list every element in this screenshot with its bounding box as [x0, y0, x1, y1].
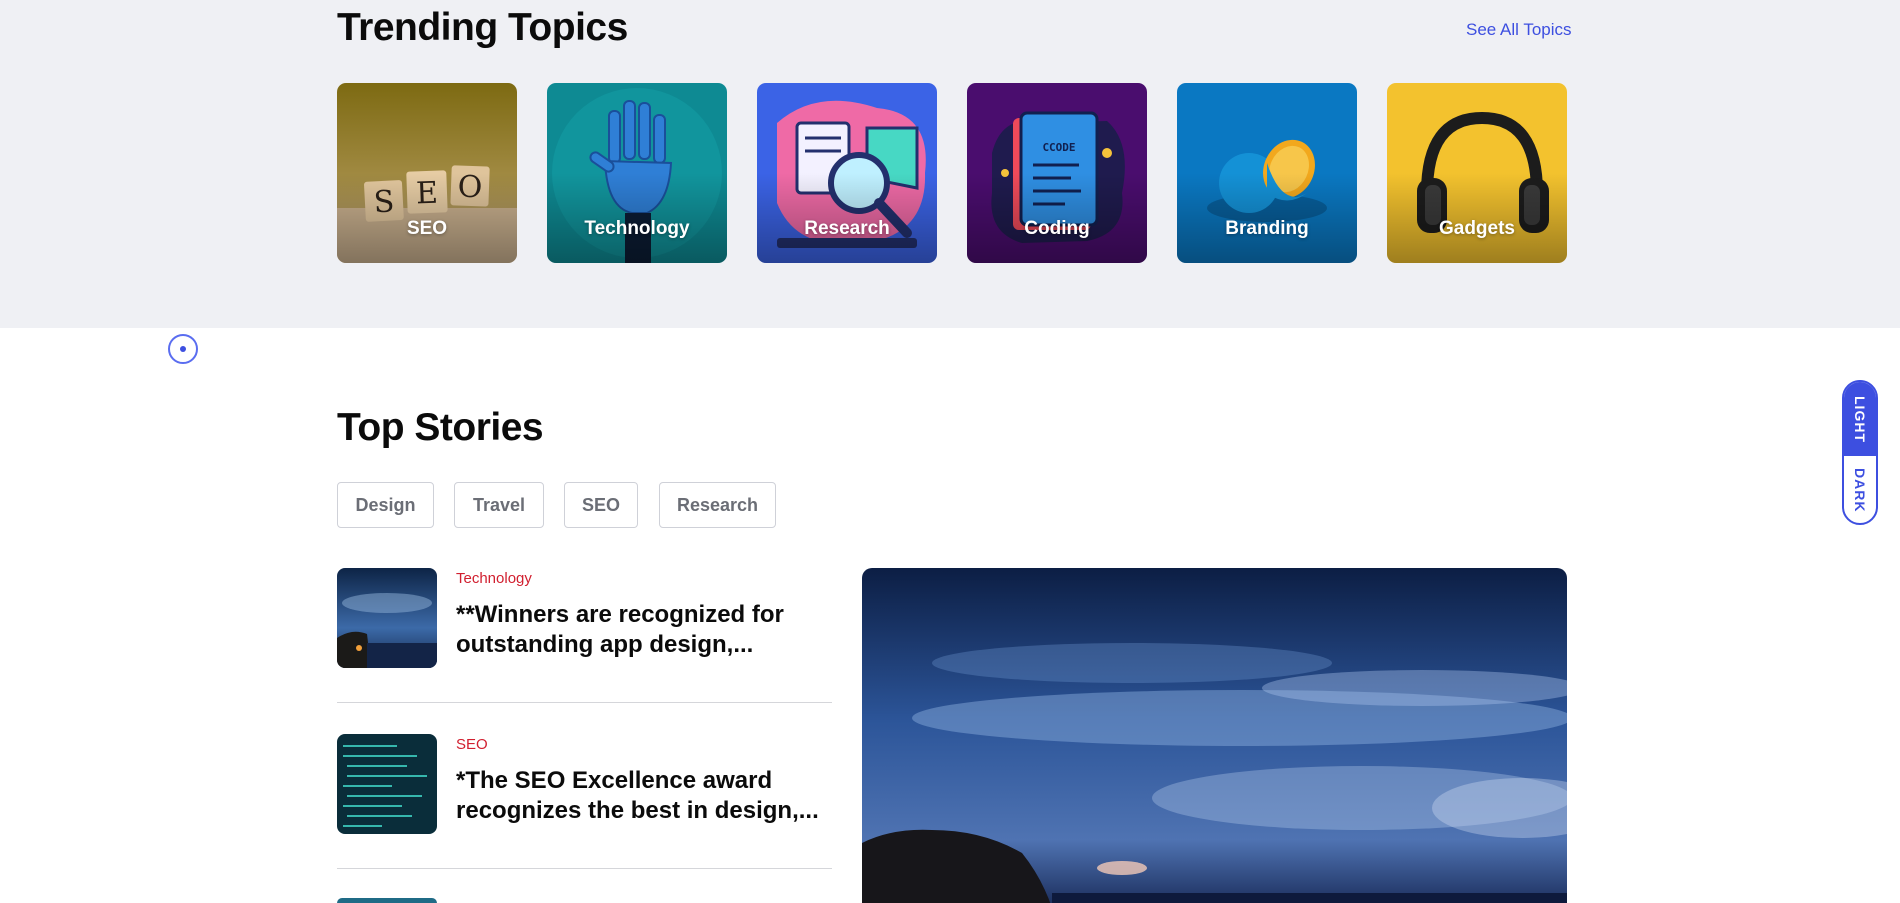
topic-card-gadgets[interactable]: Gadgets [1387, 83, 1567, 263]
story-item: SEO *The SEO Excellence award recognizes… [337, 734, 832, 834]
topic-card-coding[interactable]: CCODE Coding [967, 83, 1147, 263]
seascape-image-icon [337, 568, 437, 668]
code-screen-image-icon [337, 734, 437, 834]
theme-light-button[interactable]: LIGHT [1844, 382, 1876, 456]
story-thumbnail[interactable] [337, 898, 437, 903]
trending-topics-section: Trending Topics See All Topics S E O SEO [0, 0, 1900, 328]
see-all-topics-link[interactable]: See All Topics [1466, 20, 1572, 40]
theme-dark-button[interactable]: DARK [1844, 456, 1876, 523]
filter-chip-design[interactable]: Design [337, 482, 434, 528]
story-divider [337, 868, 832, 869]
trending-topics-title: Trending Topics [337, 6, 628, 49]
topic-label-branding: Branding [1225, 218, 1309, 239]
topic-card-technology[interactable]: Technology [547, 83, 727, 263]
filter-chip-travel[interactable]: Travel [454, 482, 544, 528]
story-headline[interactable]: *The SEO Excellence award recognizes the… [456, 766, 836, 826]
story-divider [337, 702, 832, 703]
story-thumbnail[interactable] [337, 568, 437, 668]
story-thumbnail[interactable] [337, 734, 437, 834]
filter-chip-seo[interactable]: SEO [564, 482, 638, 528]
topic-label-coding: Coding [1024, 218, 1090, 239]
scroll-indicator-icon[interactable] [168, 334, 198, 364]
topic-card-branding[interactable]: Branding [1177, 83, 1357, 263]
filter-chip-research[interactable]: Research [659, 482, 776, 528]
top-stories-title: Top Stories [337, 406, 544, 449]
topic-label-gadgets: Gadgets [1438, 218, 1516, 239]
story-headline[interactable]: **Winners are recognized for outstanding… [456, 600, 836, 660]
topic-card-seo[interactable]: S E O SEO [337, 83, 517, 263]
topic-card-research[interactable]: Research [757, 83, 937, 263]
topic-label-seo: SEO [406, 218, 448, 239]
svg-text:CCODE: CCODE [1042, 141, 1075, 154]
story-category[interactable]: Technology [456, 570, 532, 587]
topic-label-technology: Technology [584, 218, 690, 239]
story-category[interactable]: SEO [456, 736, 488, 753]
stormy-sea-cliff-image-icon [862, 568, 1567, 903]
featured-story-image[interactable] [862, 568, 1567, 903]
theme-toggle: LIGHT DARK [1842, 380, 1878, 525]
topic-label-research: Research [804, 218, 890, 239]
story-item: Technology **Winners are recognized for … [337, 568, 832, 668]
